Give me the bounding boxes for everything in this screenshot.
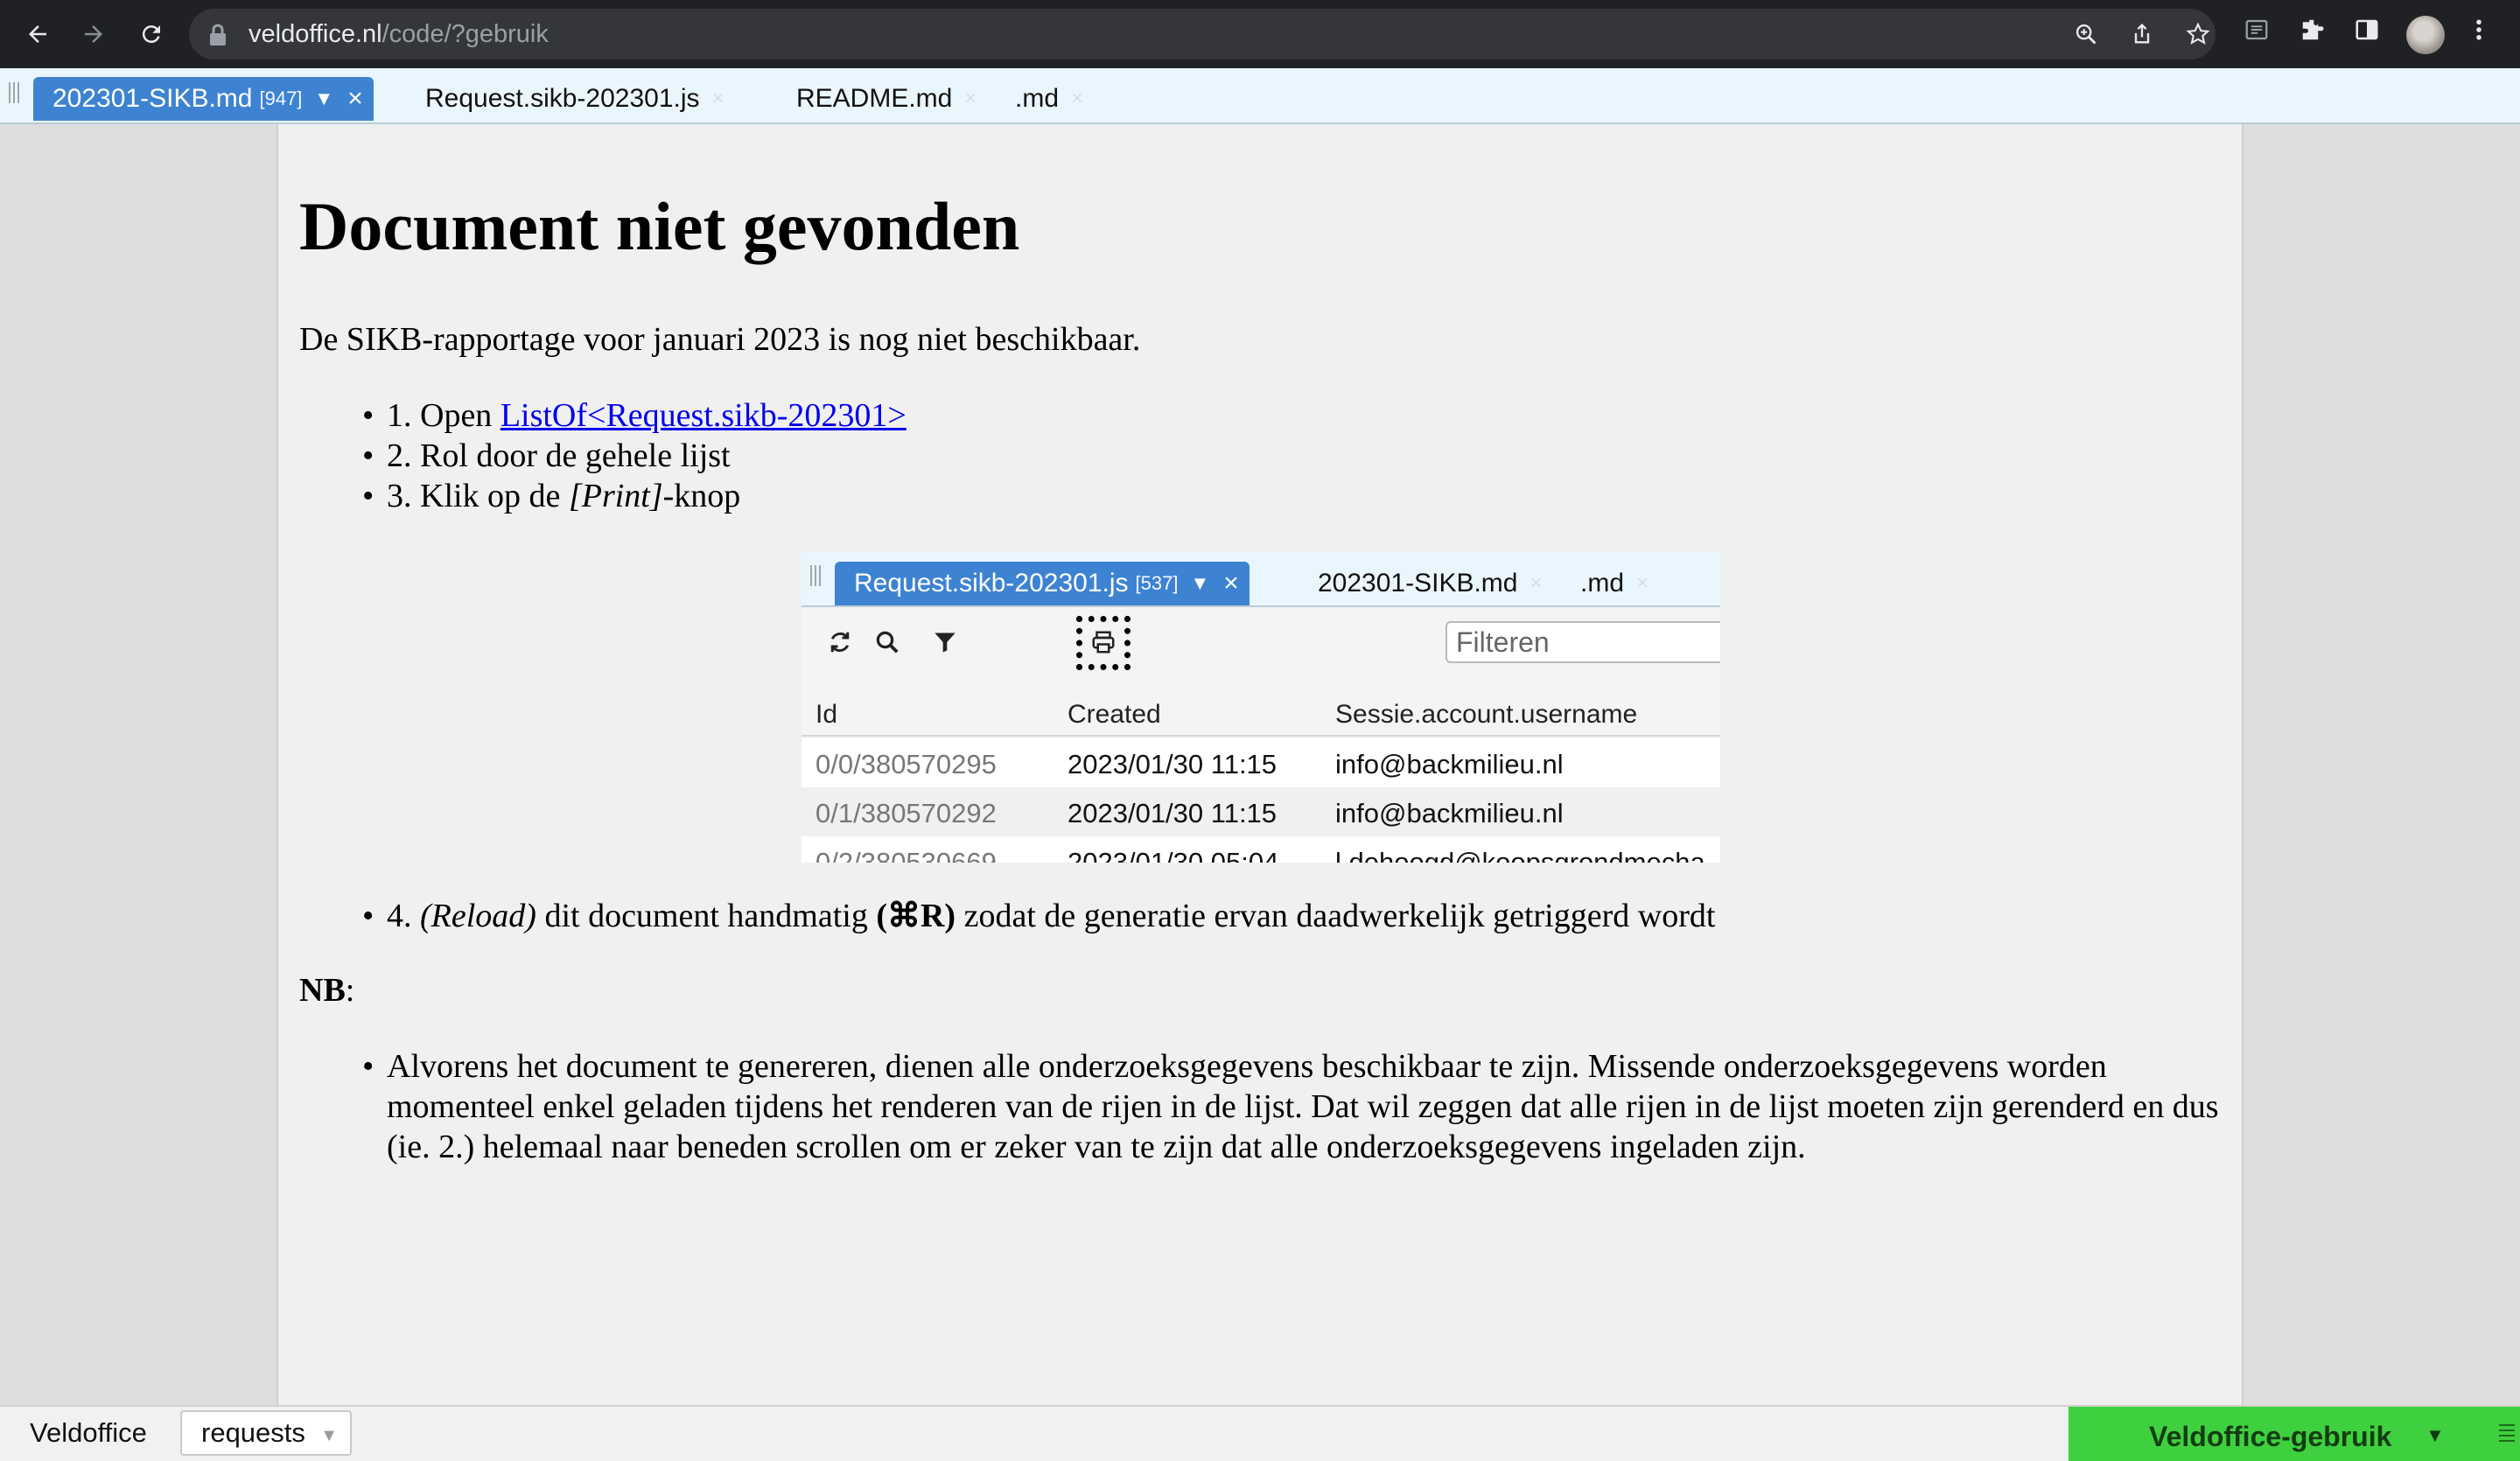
- screenshot-tab-md: .md ×: [1580, 569, 1649, 598]
- back-icon[interactable]: [19, 16, 56, 52]
- steps-list-continued: 4. (Reload) dit document handmatig (⌘R) …: [362, 896, 1716, 936]
- tab-label: .md: [1015, 84, 1060, 113]
- column-created: Created: [1068, 700, 1161, 729]
- chevron-down-icon: ▼: [320, 1426, 338, 1445]
- nb-heading: NB:: [299, 972, 355, 1009]
- filter-icon: [929, 626, 961, 658]
- step-3: 3. Klik op de [Print]-knop: [362, 476, 906, 516]
- search-icon: [872, 626, 903, 658]
- step-4: 4. (Reload) dit document handmatig (⌘R) …: [387, 898, 1716, 934]
- steps-list: 1. Open ListOf<Request.sikb-202301> 2. R…: [362, 395, 906, 516]
- address-bar[interactable]: veldoffice.nl/code/?gebruik: [189, 9, 2216, 59]
- chevron-down-icon: ▼: [2426, 1424, 2445, 1446]
- table-row: 0/1/380570292 2023/01/30 11:15 info@back…: [802, 787, 1720, 836]
- app-brand: Veldoffice: [30, 1417, 147, 1448]
- nb-list: Alvorens het document te genereren, dien…: [362, 1046, 2224, 1167]
- share-icon[interactable]: [2130, 22, 2154, 51]
- drag-handle-icon: [810, 565, 822, 586]
- document-page: Document niet gevonden De SIKB-rapportag…: [276, 124, 2244, 1407]
- screenshot-toolbar: Filteren: [802, 607, 1720, 675]
- requests-dropdown[interactable]: requests ▼: [180, 1410, 352, 1456]
- browser-toolbar: veldoffice.nl/code/?gebruik: [0, 0, 2520, 68]
- tab-label: README.md: [796, 84, 953, 113]
- step-1: 1. Open ListOf<Request.sikb-202301>: [362, 395, 906, 436]
- forward-icon[interactable]: [75, 16, 112, 52]
- bookmark-star-icon[interactable]: [2186, 22, 2210, 51]
- close-icon[interactable]: ×: [712, 87, 724, 111]
- screenshot-tab-bar: Request.sikb-202301.js [537] ▼ × 202301-…: [802, 551, 1720, 607]
- lock-icon[interactable]: [208, 24, 228, 51]
- document-tab-bar: 202301-SIKB.md [947] ▼ × Request.sikb-20…: [0, 68, 2520, 124]
- screenshot-tab-sikb-md: 202301-SIKB.md ×: [1318, 569, 1543, 598]
- screenshot-tab-request-js: Request.sikb-202301.js [537] ▼ ×: [835, 562, 1250, 605]
- side-panel-icon[interactable]: [2354, 17, 2380, 47]
- tab-request-sikb-js[interactable]: Request.sikb-202301.js ×: [425, 77, 724, 121]
- tab-202301-sikb-md[interactable]: 202301-SIKB.md [947] ▼ ×: [33, 77, 374, 121]
- listof-request-link[interactable]: ListOf<Request.sikb-202301>: [500, 397, 906, 434]
- column-username: Sessie.account.username: [1335, 700, 1638, 729]
- zoom-icon[interactable]: [2074, 22, 2098, 51]
- chevron-down-icon[interactable]: ▼: [314, 87, 333, 110]
- extensions-icon[interactable]: [2300, 17, 2326, 47]
- tab-label: Request.sikb-202301.js: [425, 84, 700, 113]
- embedded-screenshot: Request.sikb-202301.js [537] ▼ × 202301-…: [802, 551, 1720, 863]
- nb-note: Alvorens het document te genereren, dien…: [362, 1046, 2224, 1167]
- tab-readme-md[interactable]: README.md ×: [796, 77, 976, 121]
- shortcut-text: (⌘R): [876, 898, 956, 934]
- close-icon: ×: [1636, 571, 1649, 595]
- table-header: Id Created Sessie.account.username: [802, 689, 1720, 737]
- reload-icon[interactable]: [133, 16, 170, 52]
- profile-avatar[interactable]: [2406, 16, 2445, 54]
- intro-text: De SIKB-rapportage voor januari 2023 is …: [299, 321, 1141, 358]
- right-gutter: [2244, 124, 2520, 1407]
- filter-input: Filteren: [1446, 621, 1720, 663]
- menu-icon[interactable]: [2499, 1424, 2515, 1445]
- refresh-icon: [824, 626, 856, 658]
- close-icon: ×: [1530, 571, 1543, 595]
- table-row: 0/2/380530669 2023/01/30 05:04 l.dehoogd…: [802, 836, 1720, 863]
- page-title: Document niet gevonden: [299, 188, 1020, 264]
- tab-label: 202301-SIKB.md: [52, 84, 253, 113]
- close-icon[interactable]: ×: [347, 86, 363, 112]
- dropdown-value: requests: [201, 1417, 305, 1448]
- button-label: Veldoffice-gebruik: [2149, 1421, 2392, 1452]
- close-icon: ×: [1223, 569, 1239, 598]
- tab-count: [947]: [259, 87, 303, 109]
- status-bar: Veldoffice requests ▼ Veldoffice-gebruik…: [0, 1405, 2520, 1461]
- chevron-down-icon: ▼: [1190, 572, 1210, 594]
- veldoffice-gebruik-button[interactable]: Veldoffice-gebruik ▼: [2068, 1407, 2520, 1461]
- step-2: 2. Rol door de gehele lijst: [362, 436, 906, 476]
- tab-md[interactable]: .md ×: [1015, 77, 1083, 121]
- reading-list-icon[interactable]: [2244, 17, 2270, 47]
- drag-handle-icon[interactable]: [9, 82, 21, 103]
- close-icon[interactable]: ×: [964, 87, 976, 111]
- table-row: 0/0/380570295 2023/01/30 11:15 info@back…: [802, 738, 1720, 787]
- print-icon: [1088, 626, 1119, 658]
- close-icon[interactable]: ×: [1071, 87, 1083, 111]
- url-text[interactable]: veldoffice.nl/code/?gebruik: [248, 20, 549, 49]
- column-id: Id: [816, 700, 838, 729]
- left-gutter: [0, 124, 276, 1407]
- more-menu-icon[interactable]: [2473, 17, 2485, 47]
